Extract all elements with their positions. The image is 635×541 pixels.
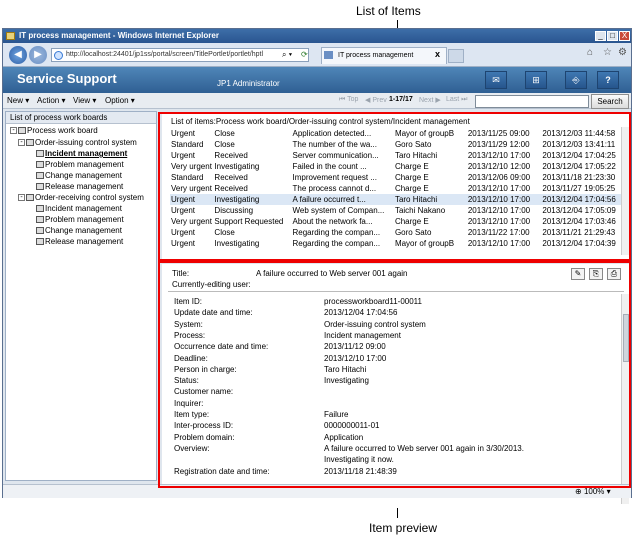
tree-system-label: Order-receiving control system [35, 193, 144, 202]
maximize-button[interactable]: □ [607, 31, 618, 41]
window-title: IT process management - Windows Internet… [19, 31, 219, 40]
system-icon [26, 139, 34, 147]
tree-item-release-1[interactable]: Release management [36, 182, 123, 191]
tree-item-label: Release management [45, 182, 124, 191]
pager-top[interactable]: ⏮ Top [339, 96, 358, 104]
process-board-tree-pane: List of process work boards - Process wor… [5, 111, 157, 481]
zoom-level[interactable]: ⊕ 100% ▾ [575, 487, 611, 496]
tree-system-1[interactable]: - Order-issuing control system [18, 138, 137, 147]
tree-root[interactable]: - Process work board [10, 126, 98, 135]
pager-prev[interactable]: ◀ Prev [365, 96, 387, 104]
mail-icon[interactable]: ✉ [485, 71, 507, 89]
home-icon[interactable]: ⌂ [587, 47, 593, 58]
tree-item-label: Problem management [45, 160, 124, 169]
app-title: Service Support [17, 71, 117, 86]
process-icon [36, 161, 44, 169]
system-icon [26, 194, 34, 202]
callout-list-of-items: List of Items [356, 4, 421, 18]
browser-tab-title: IT process management [338, 52, 414, 59]
pager-next-label: Next [419, 97, 434, 104]
tools-gear-icon[interactable]: ⚙ [618, 47, 627, 58]
process-icon [36, 205, 44, 213]
process-icon [36, 183, 44, 191]
collapse-icon[interactable]: - [18, 139, 25, 147]
search-button[interactable]: Search [591, 94, 629, 109]
address-input[interactable]: http://localhost:24401/jp1ss/portal/scre… [51, 48, 309, 62]
tree-item-change-2[interactable]: Change management [36, 226, 122, 235]
board-icon [18, 127, 26, 135]
collapse-icon[interactable]: - [18, 194, 25, 202]
search-go-icon[interactable]: ⌕ ▾ [282, 50, 292, 60]
menu-view[interactable]: View ▾ [73, 96, 96, 105]
pager-range: 1-17/17 [389, 96, 413, 103]
preview-highlight-box [158, 261, 631, 488]
process-icon [36, 216, 44, 224]
pager-next[interactable]: Next ▶ [419, 96, 441, 104]
close-button[interactable]: X [619, 31, 630, 41]
tree-item-change-1[interactable]: Change management [36, 171, 122, 180]
menu-action[interactable]: Action ▾ [37, 96, 65, 105]
tree-item-incident-2[interactable]: Incident management [36, 204, 122, 213]
process-icon [36, 227, 44, 235]
tree-item-label: Problem management [45, 215, 124, 224]
pager-last-label: Last [446, 96, 460, 103]
tree-item-problem-1[interactable]: Problem management [36, 160, 124, 169]
page-icon [54, 51, 63, 60]
new-tab-button[interactable] [448, 49, 464, 63]
process-icon [36, 172, 44, 180]
tree-item-label: Change management [45, 171, 122, 180]
tree-item-label: Incident management [45, 149, 128, 158]
zoom-value: 100% [583, 487, 605, 496]
pager-last[interactable]: Last ⏭ [446, 96, 467, 104]
browser-tab[interactable]: IT process management [321, 47, 447, 64]
network-icon[interactable]: ⊞ [525, 71, 547, 89]
refresh-icon[interactable]: ⟳ [301, 50, 308, 59]
tree-system-label: Order-issuing control system [35, 138, 137, 147]
process-icon [36, 238, 44, 246]
exit-icon[interactable]: ⎆ [565, 71, 587, 89]
tree-item-label: Incident management [45, 204, 122, 213]
back-button[interactable]: ◀ [9, 46, 27, 64]
ie-logo-icon [6, 32, 15, 40]
window-titlebar: IT process management - Windows Internet… [3, 29, 631, 43]
menu-new[interactable]: New ▾ [7, 96, 29, 105]
menu-option[interactable]: Option ▾ [105, 96, 135, 105]
tree-system-2[interactable]: - Order-receiving control system [18, 193, 144, 202]
tab-close-icon[interactable]: x [435, 49, 440, 59]
tree-item-release-2[interactable]: Release management [36, 237, 123, 246]
process-icon [36, 150, 44, 158]
forward-button[interactable]: ▶ [29, 46, 47, 64]
pager-top-label: Top [347, 96, 359, 103]
tree-root-label: Process work board [27, 126, 98, 135]
tree-pane-header: List of process work boards [6, 112, 156, 124]
tree-item-incident-1[interactable]: Incident management [36, 149, 127, 158]
tree-item-problem-2[interactable]: Problem management [36, 215, 124, 224]
tab-page-icon [324, 51, 333, 59]
minimize-button[interactable]: _ [595, 31, 606, 41]
pager-prev-label: Prev [372, 97, 387, 104]
tree-item-label: Release management [45, 237, 124, 246]
search-input[interactable] [475, 95, 589, 108]
collapse-icon[interactable]: - [10, 127, 17, 135]
help-icon[interactable]: ? [597, 71, 619, 89]
favorites-star-icon[interactable]: ☆ [603, 47, 612, 58]
callout-item-preview: Item preview [369, 521, 438, 535]
user-name: JP1 Administrator [217, 79, 280, 88]
tree-item-label: Change management [45, 226, 122, 235]
list-highlight-box [158, 112, 631, 261]
